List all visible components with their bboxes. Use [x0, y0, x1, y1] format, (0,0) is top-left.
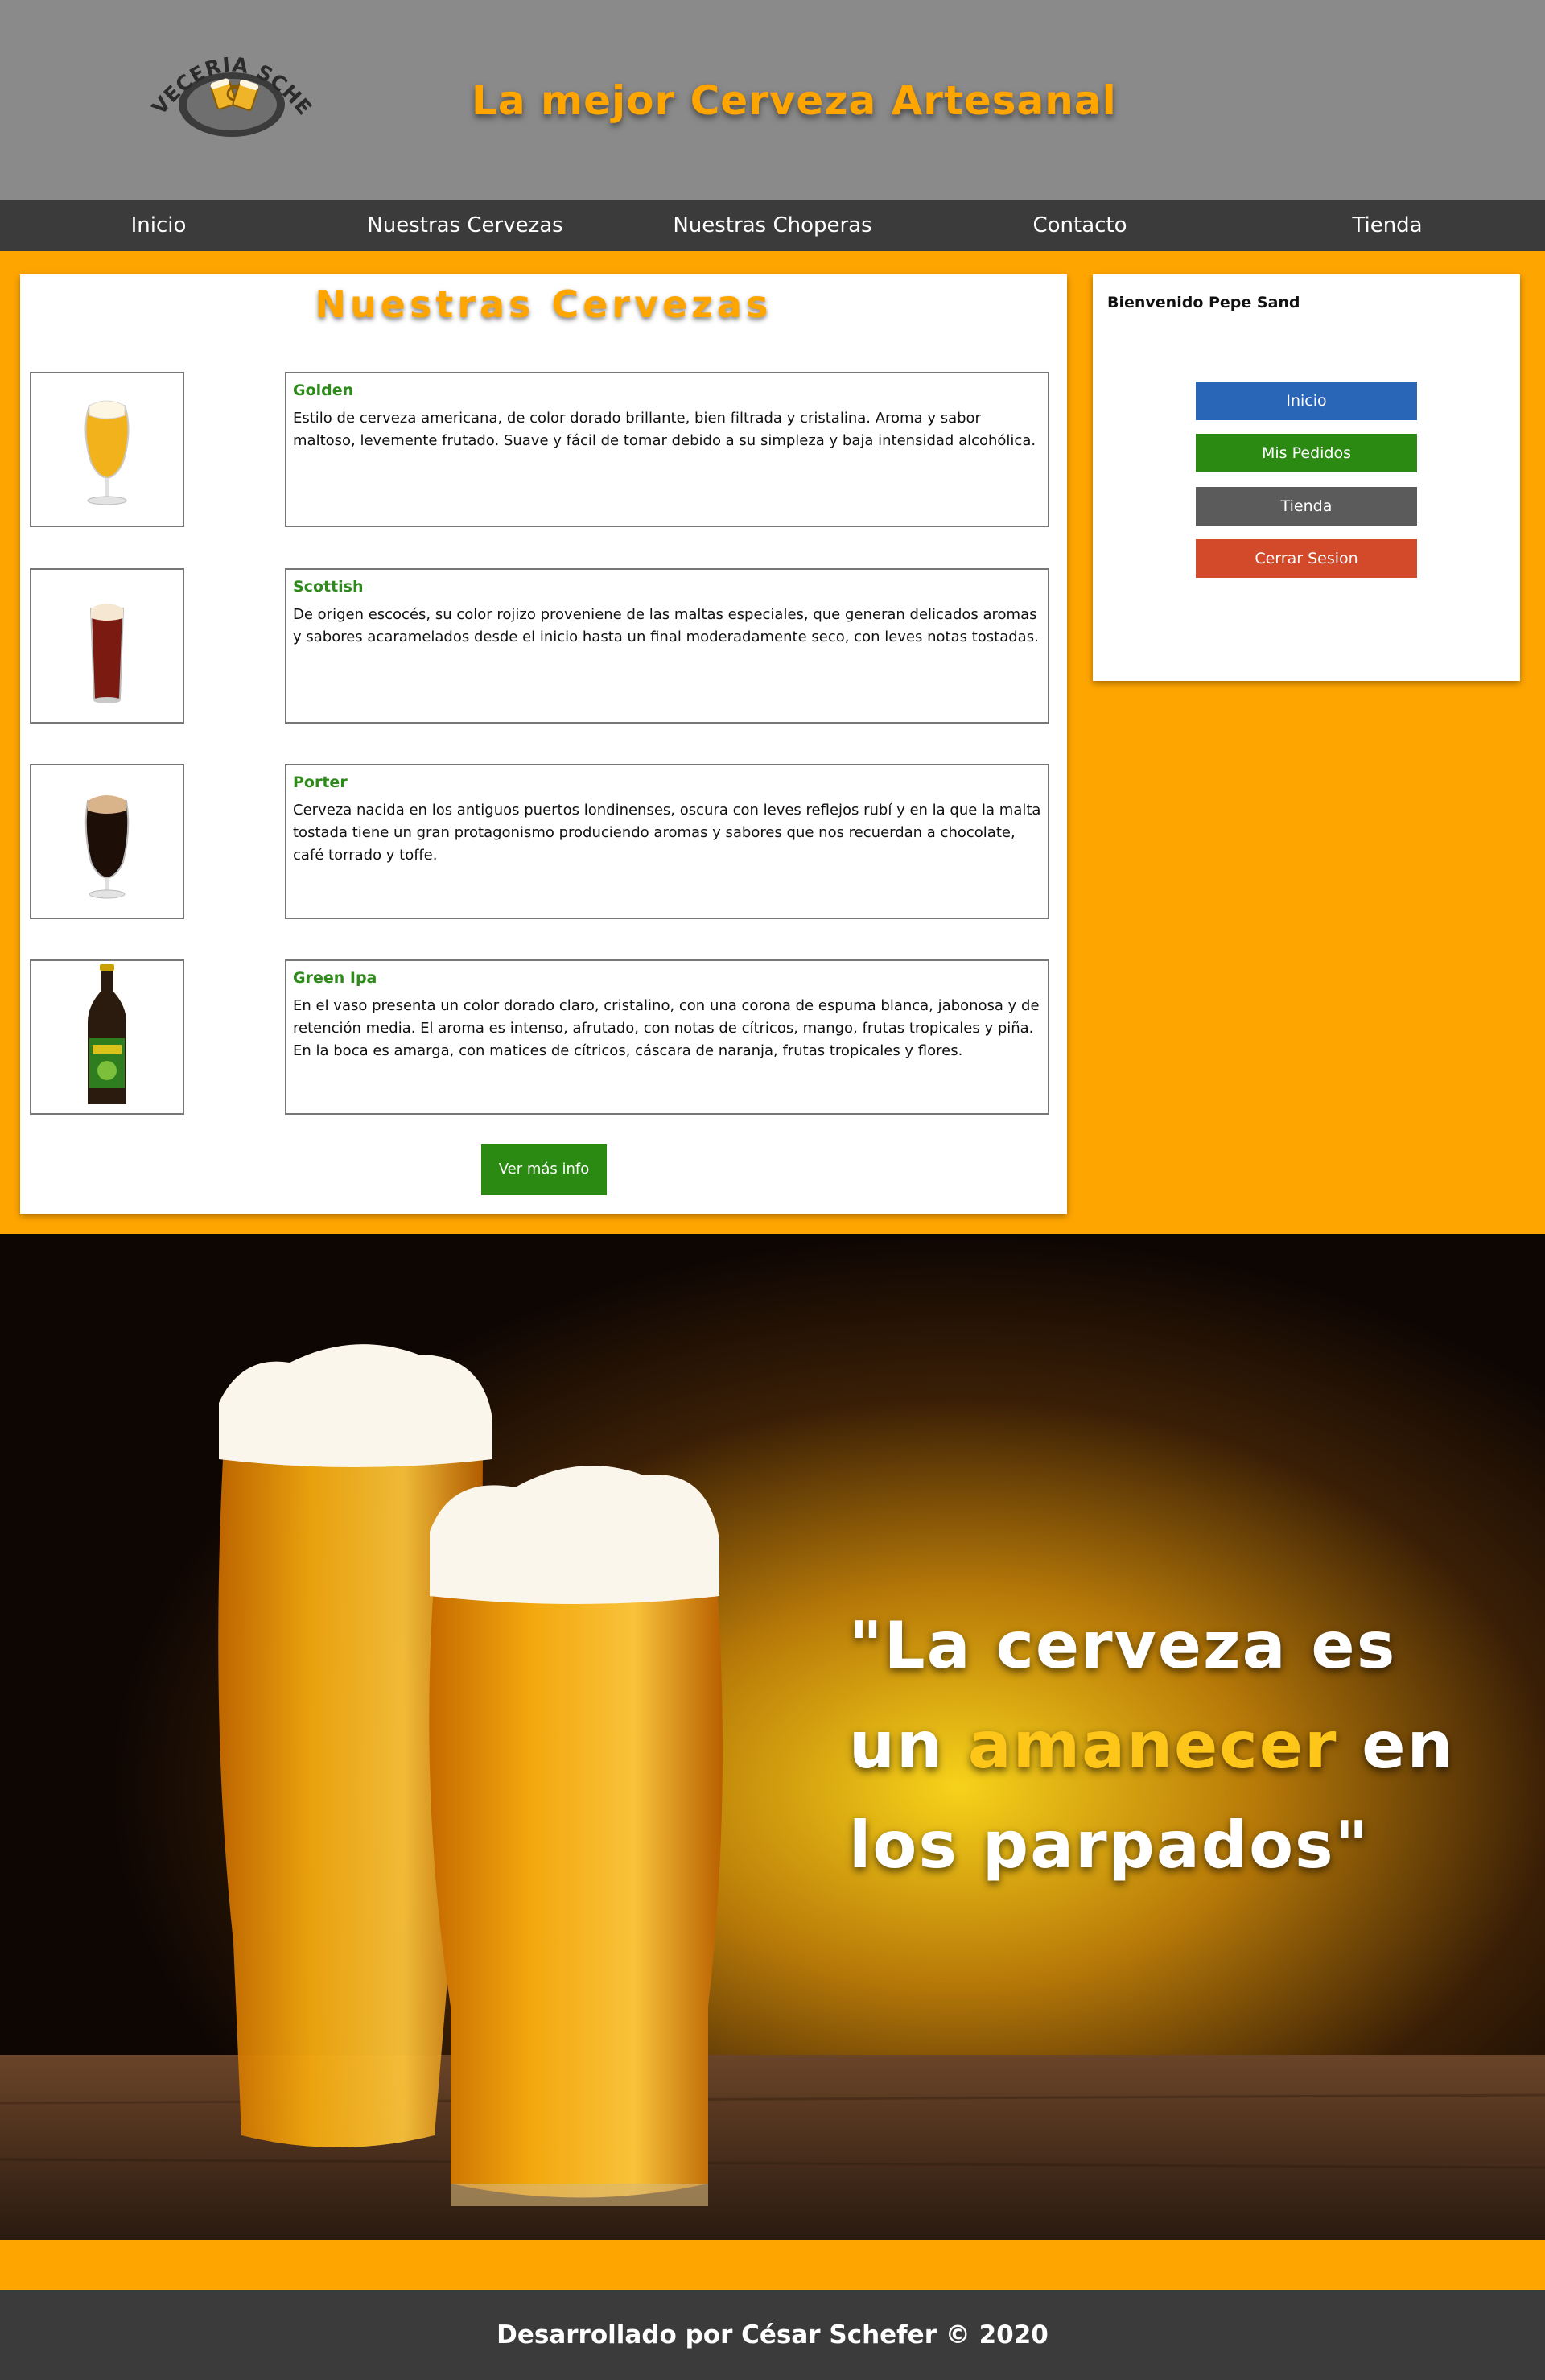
site-tagline: La mejor Cerveza Artesanal — [472, 77, 1117, 124]
quote-highlight: amanecer — [967, 1708, 1338, 1783]
scottish-beer-image — [30, 568, 184, 724]
section-title: Nuestras Cervezas — [315, 283, 772, 326]
sidebar-inicio-button[interactable]: Inicio — [1196, 382, 1417, 420]
beer-name: Scottish — [293, 578, 364, 596]
hero-quote: "La cerveza es un amanecer en los parpad… — [849, 1596, 1509, 1895]
beer-name: Porter — [293, 773, 348, 791]
nav-item-nuestras-choperas[interactable]: Nuestras Choperas — [673, 200, 871, 251]
beer-description: De origen escocés, su color rojizo prove… — [293, 606, 1039, 646]
sidebar-mis-pedidos-button[interactable]: Mis Pedidos — [1196, 434, 1417, 472]
beer-description: Cerveza nacida en los antiguos puertos l… — [293, 802, 1041, 864]
green-ipa-beer-image — [30, 959, 184, 1115]
footer-credit: Desarrollado por César Schefer © 2020 — [496, 2320, 1049, 2349]
sidebar-cerrar-sesion-button[interactable]: Cerrar Sesion — [1196, 539, 1417, 578]
welcome-message: Bienvenido Pepe Sand — [1107, 294, 1300, 311]
beer-description: Estilo de cerveza americana, de color do… — [293, 410, 1036, 449]
site-footer: Desarrollado por César Schefer © 2020 — [0, 2290, 1545, 2380]
nav-item-nuestras-cervezas[interactable]: Nuestras Cervezas — [367, 200, 562, 251]
beers-panel: Nuestras Cervezas Golden Estilo de cerve… — [20, 274, 1067, 1214]
beer-description: En el vaso presenta un color dorado clar… — [293, 997, 1040, 1059]
brand-logo[interactable]: CERVECERIA SCHEFER — [127, 30, 328, 145]
nav-item-inicio[interactable]: Inicio — [131, 200, 187, 251]
beer-card: Porter Cerveza nacida en los antiguos pu… — [285, 764, 1049, 919]
site-header: CERVECERIA SCHEFER La mejor Cerveza Arte… — [0, 0, 1545, 200]
nav-item-tienda[interactable]: Tienda — [1352, 200, 1422, 251]
user-sidebar: Bienvenido Pepe Sand Inicio Mis Pedidos … — [1093, 274, 1520, 681]
beer-name: Green Ipa — [293, 969, 377, 987]
sidebar-tienda-button[interactable]: Tienda — [1196, 487, 1417, 526]
golden-beer-image — [30, 372, 184, 527]
nav-item-contacto[interactable]: Contacto — [1032, 200, 1127, 251]
main-nav: Inicio Nuestras Cervezas Nuestras Choper… — [0, 200, 1545, 251]
beer-card: Green Ipa En el vaso presenta un color d… — [285, 959, 1049, 1115]
more-info-button[interactable]: Ver más info — [481, 1144, 607, 1195]
beer-name: Golden — [293, 382, 354, 399]
porter-beer-image — [30, 764, 184, 919]
beer-card: Scottish De origen escocés, su color roj… — [285, 568, 1049, 724]
hero-banner: "La cerveza es un amanecer en los parpad… — [0, 1234, 1545, 2240]
beer-card: Golden Estilo de cerveza americana, de c… — [285, 372, 1049, 527]
